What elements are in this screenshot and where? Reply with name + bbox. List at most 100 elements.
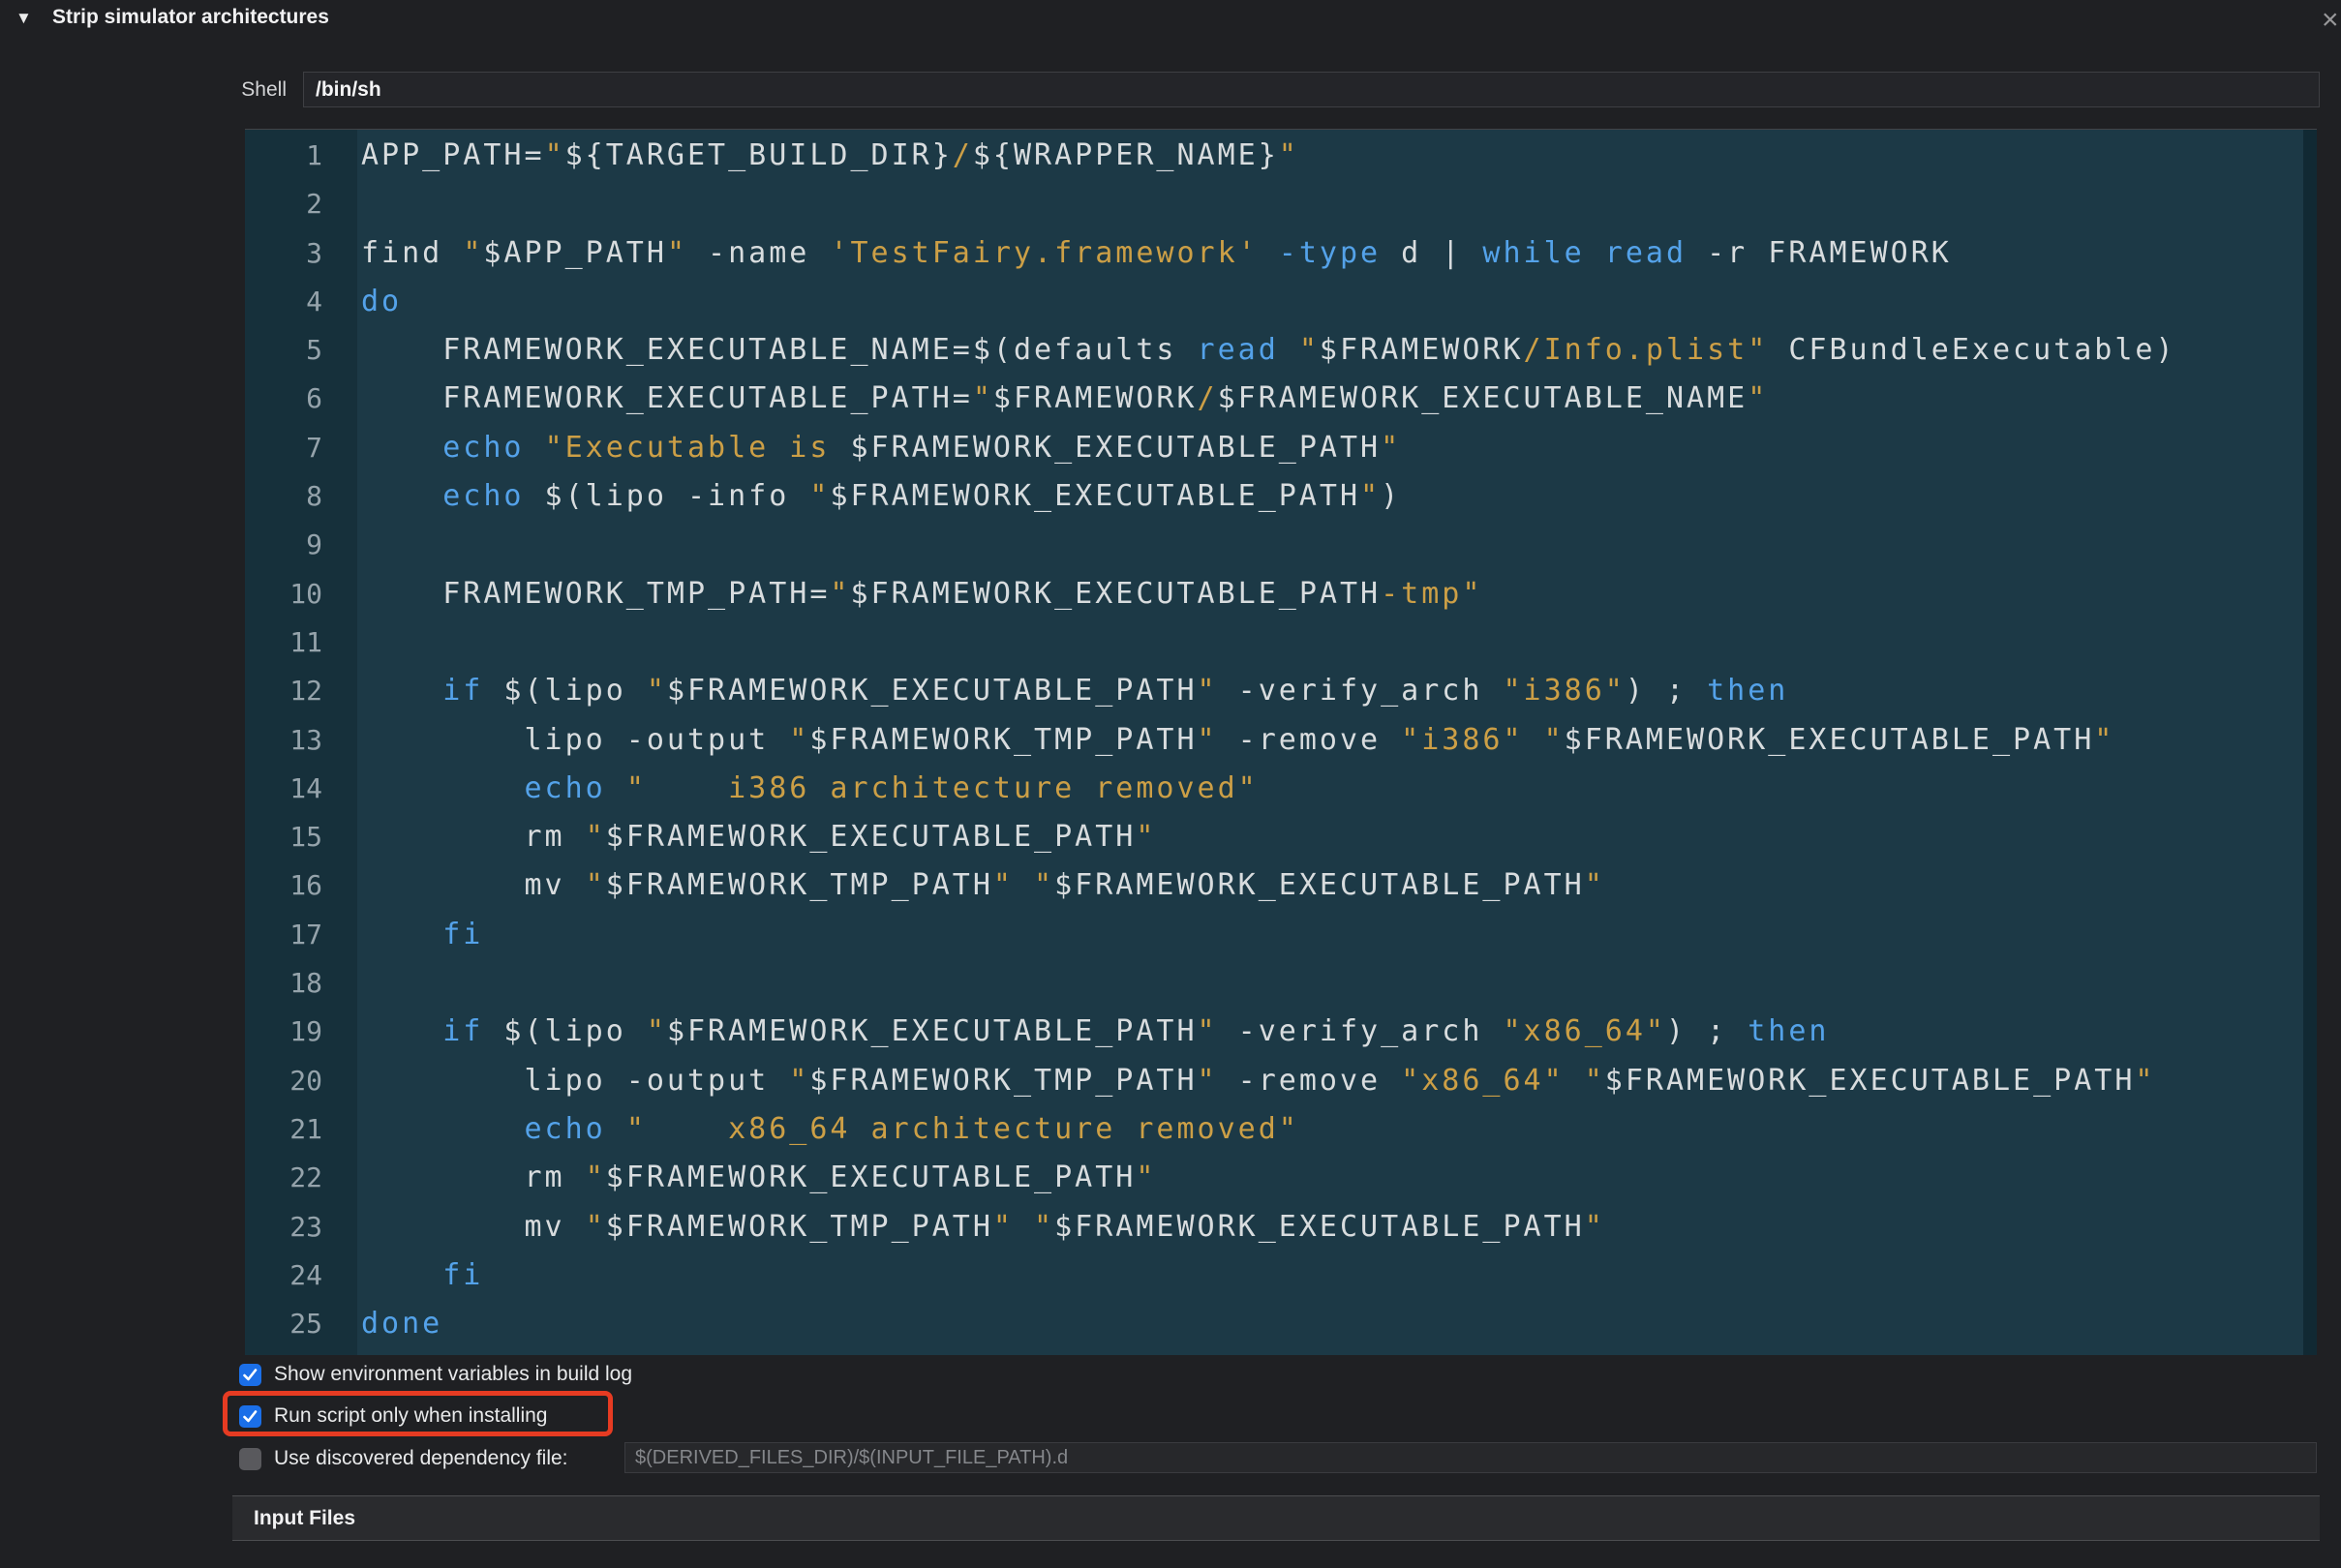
code-line: 3 find "$APP_PATH" -name 'TestFairy.frame… [245,229,2303,278]
shell-input[interactable] [303,72,2320,107]
code-token: ) ; [1665,1014,1748,1049]
code-token: -verify_arch [1217,1014,1504,1049]
code-token: echo [524,770,606,805]
code-token: " [789,722,810,757]
code-token: "x86_64" [1503,1014,1666,1049]
line-number: 8 [306,480,322,513]
code-token: "x86_64" [1401,1063,1565,1098]
code-token: lipo -output [361,722,790,757]
line-number: 21 [289,1112,322,1145]
code-token: echo [524,1111,606,1146]
code-line: 13 lipo -output "$FRAMEWORK_TMP_PATH" -r… [245,716,2303,765]
code-token: $(lipo [483,1014,647,1049]
code-token: mv [361,1209,586,1244]
line-number: 5 [306,334,322,367]
line-number: 1 [306,139,322,171]
code-line-text: if $(lipo "$FRAMEWORK_EXECUTABLE_PATH" -… [357,1008,2303,1056]
code-token: $FRAMEWORK_EXECUTABLE_PATH [1054,868,1585,903]
script-editor[interactable]: 1 APP_PATH="${TARGET_BUILD_DIR}/${WRAPPER… [245,129,2317,1355]
highlight-annotation-box [223,1391,613,1436]
code-line-text: fi [357,911,2303,959]
code-token: " [544,138,565,172]
code-token: echo [442,430,525,465]
code-token: " [1136,820,1157,855]
code-token: -name [687,235,831,270]
code-line: 21 echo " x86_64 architecture removed" [245,1105,2303,1154]
code-line-text: rm "$FRAMEWORK_EXECUTABLE_PATH" [357,813,2303,861]
line-number: 13 [289,723,322,756]
dependency-file-checkbox[interactable] [239,1447,261,1470]
code-token: mv [361,868,586,903]
code-token: then [1748,1014,1830,1049]
code-line: 25 done [245,1300,2303,1348]
code-token: $FRAMEWORK_EXECUTABLE_PATH [605,820,1137,855]
code-token: " [1197,1063,1218,1098]
disclosure-triangle-icon[interactable]: ▼ [15,9,32,28]
dependency-file-input[interactable] [624,1442,2317,1473]
option-label: Use discovered dependency file: [274,1447,568,1469]
line-number: 24 [289,1258,322,1291]
code-token: $FRAMEWORK_EXECUTABLE_PATH [666,1014,1198,1049]
code-token: rm [361,820,586,855]
code-token: $FRAMEWORK_EXECUTABLE_PATH [1054,1209,1585,1244]
code-line-text: echo " x86_64 architecture removed" [357,1105,2303,1154]
option-show-env-vars[interactable]: Show environment variables in build log [239,1362,632,1387]
code-token: " [1584,1209,1605,1244]
code-line-text: done [357,1300,2303,1348]
code-token: $FRAMEWORK [992,381,1198,416]
line-number: 3 [306,236,322,269]
line-number: 18 [289,967,322,1000]
code-token: $FRAMEWORK_EXECUTABLE_PATH [1564,722,2095,757]
code-line: 1 APP_PATH="${TARGET_BUILD_DIR}/${WRAPPER… [245,132,2303,180]
code-token: " [1381,430,1402,465]
code-line: 22 rm "$FRAMEWORK_EXECUTABLE_PATH" [245,1154,2303,1202]
code-token: ${WRAPPER_NAME} [972,138,1279,172]
code-token: " [992,1209,1014,1244]
close-icon[interactable]: × [2322,4,2341,37]
code-token: ${TARGET_BUILD_DIR} [564,138,953,172]
code-token: $FRAMEWORK [1319,333,1524,368]
code-line-text: lipo -output "$FRAMEWORK_TMP_PATH" -remo… [357,716,2303,765]
code-line: 19 if $(lipo "$FRAMEWORK_EXECUTABLE_PATH… [245,1008,2303,1056]
code-token: $FRAMEWORK_EXECUTABLE_PATH [850,430,1382,465]
code-token: " [2094,722,2115,757]
code-line-text [357,618,2303,667]
code-token: " [666,235,687,270]
code-lines: 1 APP_PATH="${TARGET_BUILD_DIR}/${WRAPPER… [245,132,2303,1348]
code-token: " [992,868,1014,903]
editor-scrollbar-track[interactable] [2303,130,2317,1355]
code-line: 5 FRAMEWORK_EXECUTABLE_NAME=$(defaults r… [245,326,2303,375]
code-line: 6 FRAMEWORK_EXECUTABLE_PATH="$FRAMEWORK/… [245,375,2303,423]
show-env-vars-checkbox[interactable] [239,1363,261,1386]
code-line: 7 echo "Executable is $FRAMEWORK_EXECUTA… [245,424,2303,472]
code-token: " i386 architecture removed" [625,770,1259,805]
line-number: 10 [289,577,322,610]
code-token: /Info.plist" [1523,333,1769,368]
code-line: 23 mv "$FRAMEWORK_TMP_PATH" "$FRAMEWORK_… [245,1203,2303,1251]
option-dependency-file[interactable]: Use discovered dependency file: [239,1446,568,1471]
code-token: / [1197,381,1218,416]
code-token: " [585,1161,606,1195]
code-token: -remove [1217,722,1402,757]
code-line: 11 [245,618,2303,667]
code-line-text: lipo -output "$FRAMEWORK_TMP_PATH" -remo… [357,1057,2303,1105]
code-line: 15 rm "$FRAMEWORK_EXECUTABLE_PATH" [245,813,2303,861]
code-line: 20 lipo -output "$FRAMEWORK_TMP_PATH" -r… [245,1057,2303,1105]
build-phase-header[interactable]: ▼ Strip simulator architectures × [0,0,2341,45]
code-token: " [1197,722,1218,757]
code-token: " [1584,868,1605,903]
code-token: " [830,576,851,611]
code-line: 8 echo $(lipo -info "$FRAMEWORK_EXECUTAB… [245,472,2303,521]
code-token: "i386" [1401,722,1524,757]
